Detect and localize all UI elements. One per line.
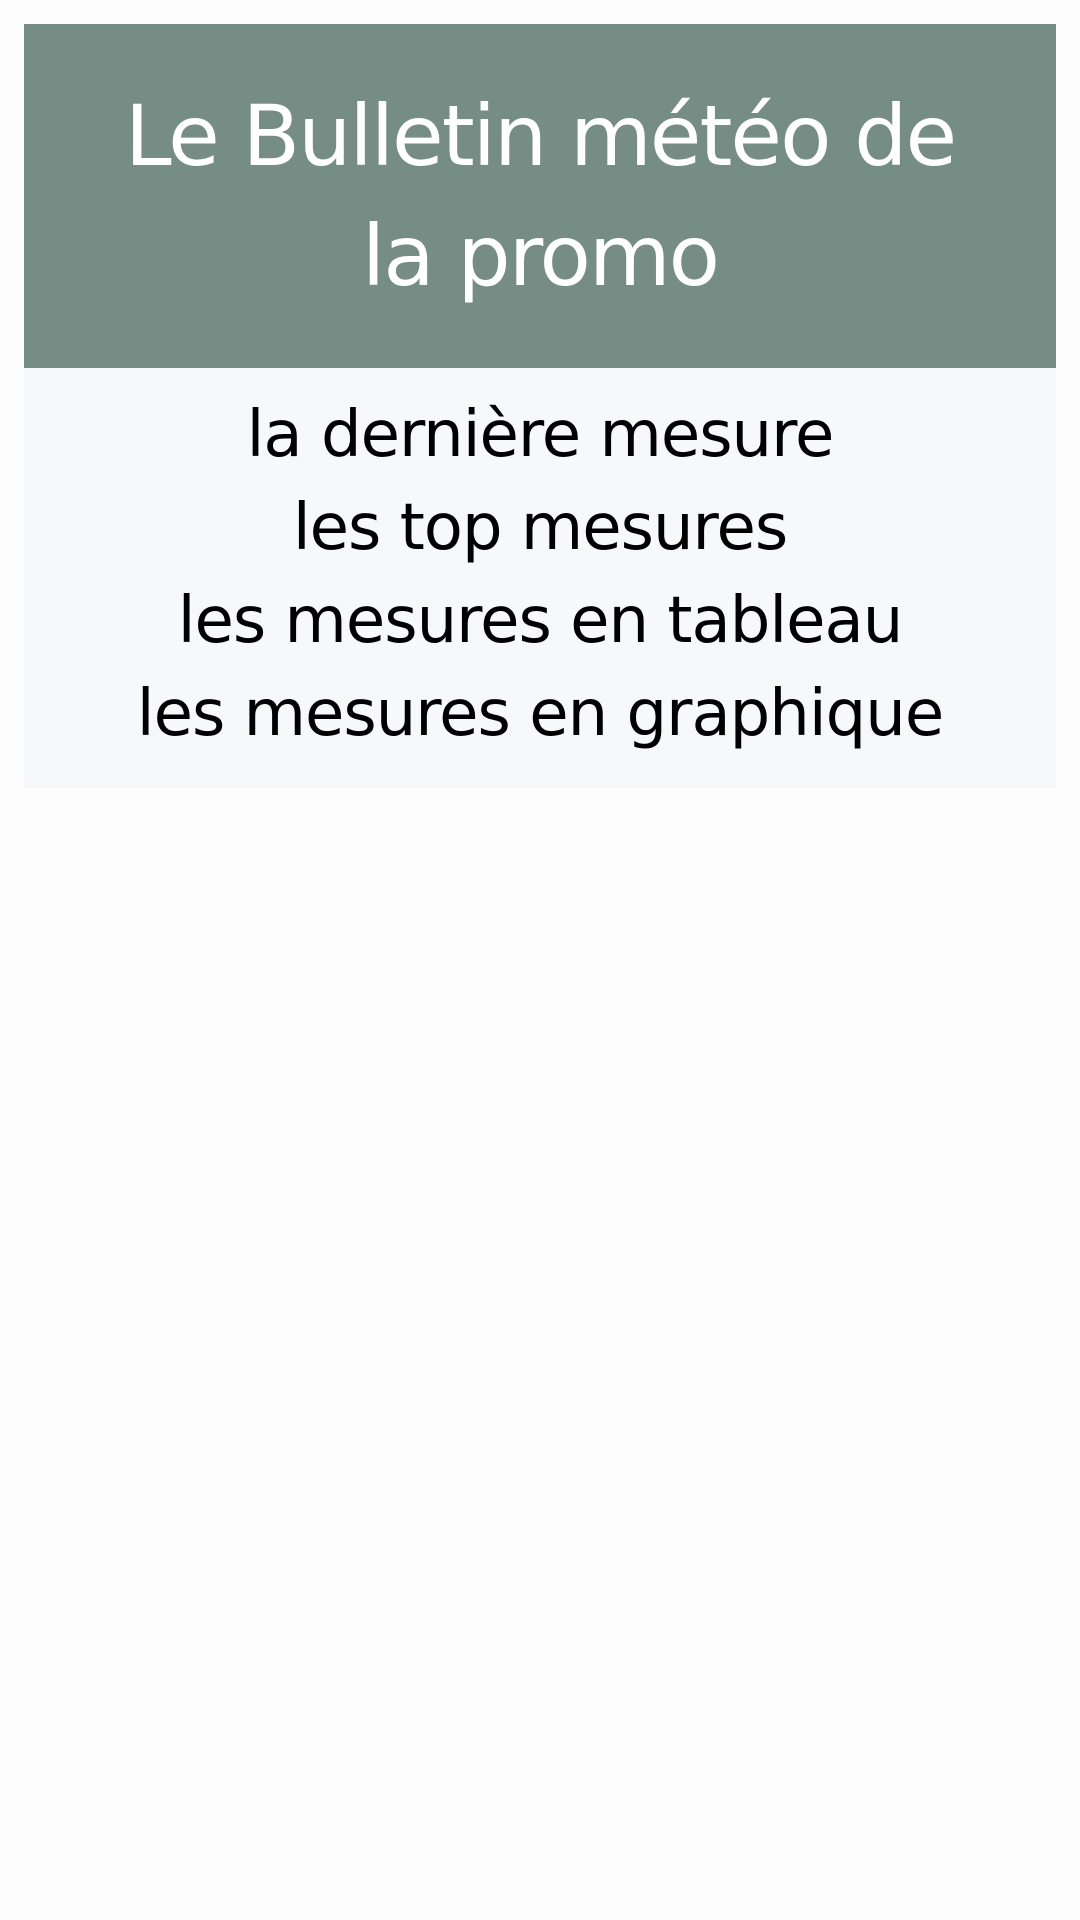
nav-link-mesures-graphique[interactable]: les mesures en graphique [137,668,944,761]
page-title: Le Bulletin météo de la promo [124,87,957,305]
nav-link-mesures-tableau[interactable]: les mesures en tableau [178,575,904,668]
nav-link-top-mesures[interactable]: les top mesures [293,482,788,575]
main-nav: la dernière mesure les top mesures les m… [24,368,1056,788]
page-container: Le Bulletin météo de la promo la dernièr… [24,24,1056,788]
page-header: Le Bulletin météo de la promo [24,24,1056,368]
nav-link-derniere-mesure[interactable]: la dernière mesure [247,389,835,482]
